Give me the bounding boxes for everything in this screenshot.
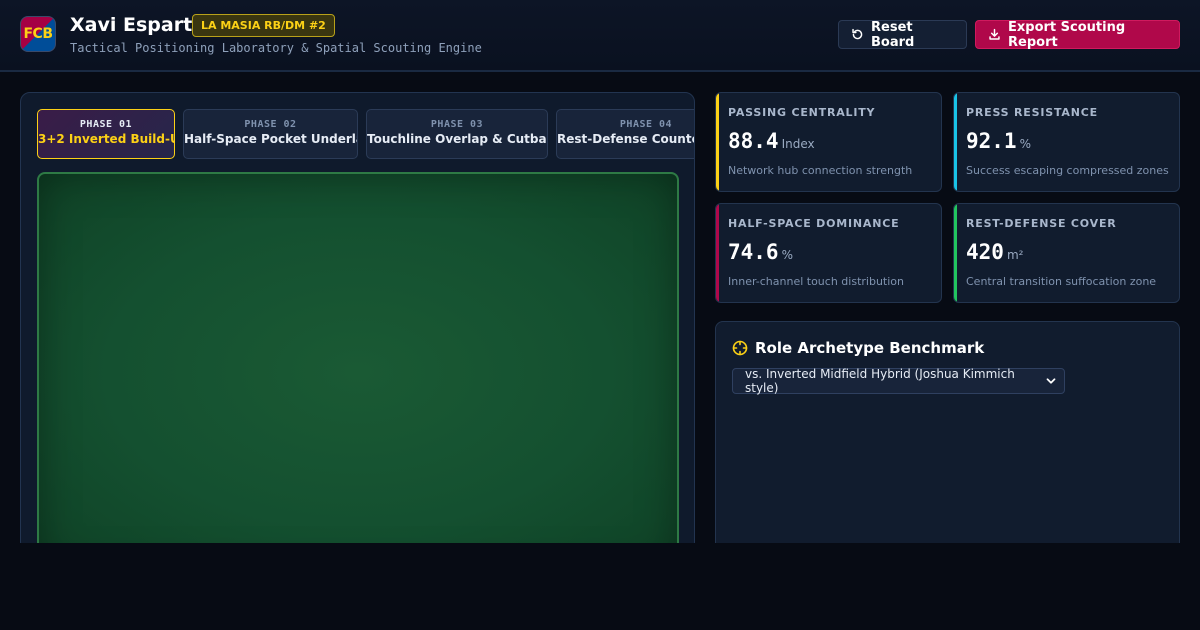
- reset-board-button[interactable]: Reset Board: [838, 19, 967, 50]
- club-logo: FCB: [20, 16, 56, 52]
- stat-value-row: 74.6%: [728, 240, 793, 264]
- page-subtitle: Tactical Positioning Laboratory & Spatia…: [70, 41, 482, 55]
- tab-phase-name: Rest-Defense Counter-Press: [557, 132, 695, 146]
- stat-label: PASSING CENTRALITY: [728, 106, 876, 119]
- tab-phase-name: Half-Space Pocket Underlap: [184, 132, 358, 146]
- stat-label: REST-DEFENSE COVER: [966, 217, 1117, 230]
- stat-value: 88.4: [728, 129, 779, 153]
- stat-description: Central transition suffocation zone: [966, 275, 1157, 288]
- stat-accent: [954, 204, 957, 302]
- stat-unit: %: [781, 248, 793, 262]
- target-icon: [732, 340, 748, 356]
- benchmark-title-row: Role Archetype Benchmark: [732, 339, 984, 357]
- tactical-board-panel: PHASE 01 3+2 Inverted Build-Up PHASE 02 …: [20, 92, 695, 552]
- stat-label: PRESS RESISTANCE: [966, 106, 1098, 119]
- reset-board-label: Reset Board: [871, 19, 915, 50]
- export-report-label: Export Scouting Report: [1008, 19, 1126, 50]
- refresh-icon: [852, 28, 863, 40]
- export-report-button[interactable]: Export Scouting Report: [975, 19, 1180, 50]
- tab-phase-label: PHASE 03: [430, 119, 484, 130]
- stat-card-half-space-dominance: HALF-SPACE DOMINANCE 74.6% Inner-channel…: [715, 203, 942, 303]
- benchmark-title: Role Archetype Benchmark: [755, 339, 985, 357]
- stat-accent: [954, 93, 957, 191]
- stat-card-passing-centrality: PASSING CENTRALITY 88.4 Index Network hub…: [715, 92, 942, 192]
- tab-phase-name: 3+2 Inverted Build-Up: [38, 132, 175, 146]
- archetype-select-value: vs. Inverted Midfield Hybrid (Joshua Kim…: [745, 367, 1015, 395]
- tab-phase-01[interactable]: PHASE 01 3+2 Inverted Build-Up: [37, 109, 175, 159]
- player-name: Xavi Espart: [70, 14, 193, 36]
- stat-accent: [716, 93, 719, 191]
- archetype-select[interactable]: vs. Inverted Midfield Hybrid (Joshua Kim…: [732, 367, 1065, 395]
- tab-phase-label: PHASE 02: [244, 119, 297, 130]
- tab-phase-name: Touchline Overlap & Cutback: [367, 132, 548, 146]
- tactical-pitch[interactable]: [37, 172, 679, 551]
- stat-description: Inner-channel touch distribution: [728, 275, 904, 288]
- stat-label: HALF-SPACE DOMINANCE: [728, 217, 900, 230]
- app-header: FCB Xavi Espart LA MASIA RB/DM #2 Tactic…: [0, 0, 1200, 72]
- stat-value-row: 88.4 Index: [728, 129, 815, 153]
- stat-card-rest-defense-cover: REST-DEFENSE COVER 420 m² Central transit…: [953, 203, 1180, 303]
- tab-phase-03[interactable]: PHASE 03 Touchline Overlap & Cutback: [366, 109, 548, 159]
- page-footer-area: [0, 543, 1200, 630]
- tab-phase-label: PHASE 01: [79, 119, 133, 130]
- role-benchmark-panel: Role Archetype Benchmark vs. Inverted Mi…: [715, 321, 1180, 561]
- stat-card-press-resistance: PRESS RESISTANCE 92.1% Success escaping …: [953, 92, 1180, 192]
- download-icon: [989, 28, 1000, 40]
- stat-value-row: 420 m²: [966, 240, 1023, 264]
- stat-unit: %: [1019, 137, 1031, 151]
- chevron-down-icon: [1046, 378, 1056, 384]
- stat-value: 74.6: [728, 240, 779, 264]
- stat-value-row: 92.1%: [966, 129, 1031, 153]
- stat-description: Network hub connection strength: [728, 164, 913, 177]
- tab-phase-label: PHASE 04: [619, 119, 673, 130]
- tab-phase-04[interactable]: PHASE 04 Rest-Defense Counter-Press: [556, 109, 695, 159]
- stat-unit: Index: [781, 137, 815, 151]
- stat-unit: m²: [1006, 248, 1024, 262]
- tab-phase-02[interactable]: PHASE 02 Half-Space Pocket Underlap: [183, 109, 358, 159]
- stat-value: 92.1: [966, 129, 1017, 153]
- stat-value: 420: [966, 240, 1004, 264]
- stat-description: Success escaping compressed zones: [966, 164, 1169, 177]
- player-badge: LA MASIA RB/DM #2: [192, 14, 335, 37]
- stat-accent: [716, 204, 719, 302]
